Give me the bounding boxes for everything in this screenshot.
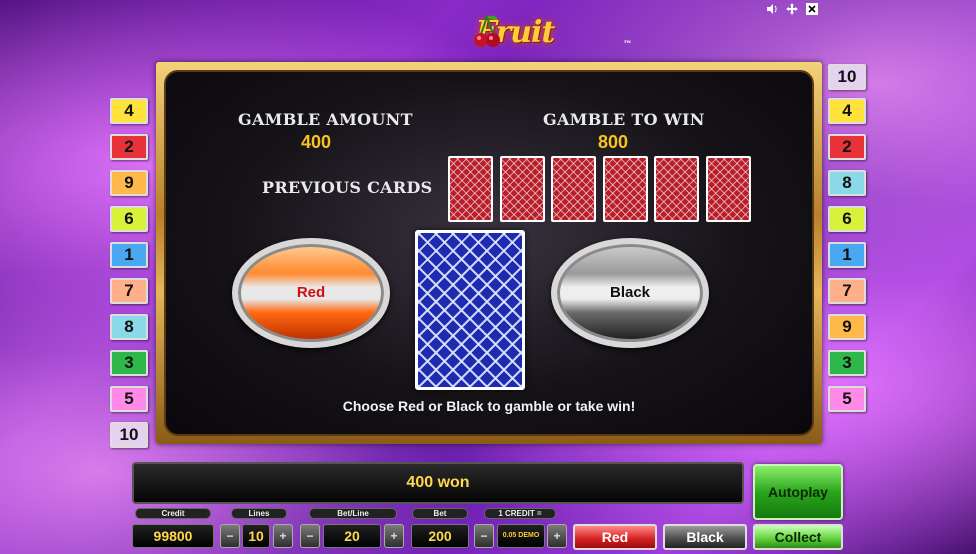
previous-card	[602, 156, 648, 222]
gamble-instruction: Choose Red or Black to gamble or take wi…	[342, 398, 636, 414]
win-message: 400 won	[132, 462, 744, 504]
betline-plus-button[interactable]: +	[384, 524, 404, 548]
previous-card	[448, 156, 493, 222]
payline-number-left: 3	[110, 350, 148, 376]
payline-number-left: 1	[110, 242, 148, 268]
lines-plus-button[interactable]: +	[273, 524, 293, 548]
gamble-panel-inner: GAMBLE AMOUNT 400 GAMBLE TO WIN 800 PREV…	[164, 70, 814, 436]
close-icon[interactable]	[806, 3, 818, 15]
betline-label: Bet/Line	[309, 508, 397, 519]
gamble-amount-label: GAMBLE AMOUNT	[238, 110, 413, 129]
credit-rate-value: 0.05 DEMO	[497, 524, 545, 548]
window-controls	[766, 3, 818, 15]
payline-number-left: 8	[110, 314, 148, 340]
lines-value: 10	[242, 524, 270, 548]
previous-card	[654, 156, 699, 222]
cherry-icon	[474, 15, 500, 47]
game-logo: Fruit Sensation ™	[395, 8, 635, 100]
sound-icon[interactable]	[766, 3, 778, 15]
payline-number-right: 5	[828, 386, 866, 412]
payline-number-left: 10	[110, 422, 148, 448]
betline-minus-button[interactable]: −	[300, 524, 320, 548]
credit-value: 99800	[132, 524, 214, 548]
gamble-to-win-value: 800	[598, 132, 629, 152]
previous-card	[705, 156, 751, 222]
bet-label: Bet	[412, 508, 468, 519]
red-choice-label: Red	[296, 284, 326, 301]
payline-number-right: 9	[828, 314, 866, 340]
payline-number-right: 3	[828, 350, 866, 376]
payline-number-right: 6	[828, 206, 866, 232]
payline-number-left: 9	[110, 170, 148, 196]
payline-number-right: 7	[828, 278, 866, 304]
previous-card	[551, 156, 596, 222]
payline-number-left: 6	[110, 206, 148, 232]
previous-card	[499, 156, 545, 222]
payline-number-left: 5	[110, 386, 148, 412]
credit-rate-label: 1 CREDIT =	[484, 508, 556, 519]
payline-number-left: 7	[110, 278, 148, 304]
red-button[interactable]: Red	[573, 524, 657, 550]
black-choice-button[interactable]: Black	[551, 238, 709, 348]
credit-rate-minus-button[interactable]: −	[474, 524, 494, 548]
payline-number-right: 10	[828, 64, 866, 90]
payline-number-left: 2	[110, 134, 148, 160]
payline-number-left: 4	[110, 98, 148, 124]
previous-cards-label: PREVIOUS CARDS	[262, 178, 433, 197]
collect-button[interactable]: Collect	[753, 524, 843, 550]
gamble-amount-value: 400	[301, 132, 332, 152]
lines-label: Lines	[231, 508, 287, 519]
payline-number-right: 2	[828, 134, 866, 160]
black-button[interactable]: Black	[663, 524, 747, 550]
autoplay-button[interactable]: Autoplay	[753, 464, 843, 520]
credit-label: Credit	[135, 508, 211, 519]
bet-value: 200	[411, 524, 469, 548]
fullscreen-icon[interactable]	[786, 3, 798, 15]
red-choice-button[interactable]: Red	[232, 238, 390, 348]
gamble-to-win-label: GAMBLE TO WIN	[543, 110, 705, 129]
payline-number-right: 8	[828, 170, 866, 196]
betline-value: 20	[323, 524, 381, 548]
payline-number-right: 4	[828, 98, 866, 124]
credit-rate-plus-button[interactable]: +	[547, 524, 567, 548]
payline-number-right: 1	[828, 242, 866, 268]
black-choice-label: Black	[609, 284, 651, 301]
gamble-card	[415, 230, 525, 390]
gamble-panel: GAMBLE AMOUNT 400 GAMBLE TO WIN 800 PREV…	[156, 62, 822, 444]
lines-minus-button[interactable]: −	[220, 524, 240, 548]
